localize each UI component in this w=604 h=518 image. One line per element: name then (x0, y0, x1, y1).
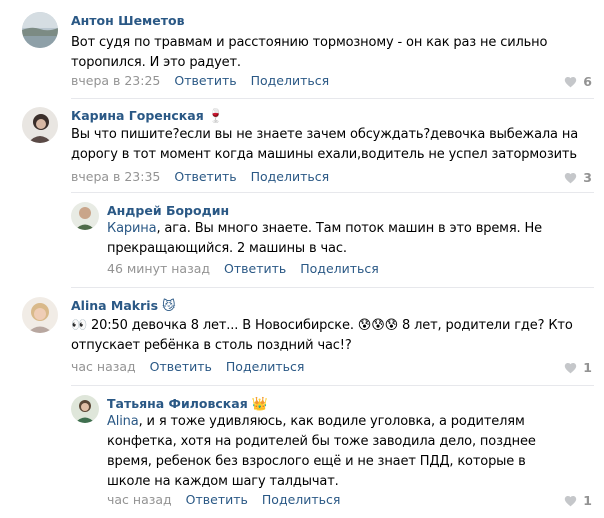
comment-time[interactable]: 46 минут назад (107, 261, 210, 276)
comment-author[interactable]: Андрей Бородин (107, 203, 229, 218)
comment-meta: вчера в 23:35 Ответить Поделиться (71, 169, 329, 184)
comment-author[interactable]: Карина Горенская 🍷 (71, 108, 224, 124)
avatar[interactable] (71, 202, 99, 230)
reply-link[interactable]: Ответить (224, 261, 286, 276)
avatar[interactable] (22, 297, 58, 333)
reply-link[interactable]: Ответить (150, 359, 212, 374)
comment-meta: 46 минут назад Ответить Поделиться (107, 261, 379, 276)
divider (71, 385, 594, 386)
comment-meta: час назад Ответить Поделиться (71, 359, 304, 374)
comment-meta: час назад Ответить Поделиться (107, 492, 340, 507)
avatar[interactable] (22, 107, 58, 143)
share-link[interactable]: Поделиться (251, 73, 330, 88)
divider (71, 192, 594, 193)
like-button[interactable]: 6 (564, 74, 592, 89)
fearful-face-icon: 😰😰😰 (357, 318, 399, 333)
reply-addressee[interactable]: Карина (107, 221, 157, 236)
share-link[interactable]: Поделиться (251, 169, 330, 184)
like-count: 6 (583, 74, 592, 89)
heart-icon (565, 76, 577, 87)
comment-text: Вы что пишите?если вы не знаете зачем об… (71, 127, 579, 162)
comment-author[interactable]: Антон Шеметов (71, 13, 185, 28)
crown-icon: 👑 (251, 397, 268, 412)
wine-glass-icon: 🍷 (207, 109, 224, 124)
heart-icon (565, 362, 577, 373)
divider (71, 98, 594, 99)
like-count: 1 (583, 360, 592, 375)
comment-time[interactable]: час назад (71, 359, 136, 374)
comment-time[interactable]: вчера в 23:25 (71, 73, 160, 88)
like-button[interactable]: 3 (564, 170, 592, 185)
comment-text: Карина, ага. Вы много знаете. Там поток … (107, 221, 542, 256)
share-link[interactable]: Поделиться (262, 492, 341, 507)
like-button[interactable]: 1 (564, 493, 592, 508)
divider (71, 287, 594, 288)
reply-link[interactable]: Ответить (186, 492, 248, 507)
like-button[interactable]: 1 (564, 360, 592, 375)
heart-icon (565, 172, 577, 183)
share-link[interactable]: Поделиться (226, 359, 305, 374)
avatar[interactable] (22, 12, 58, 48)
comment-time[interactable]: час назад (107, 492, 172, 507)
reply-link[interactable]: Ответить (174, 73, 236, 88)
reply-addressee[interactable]: Alina (107, 414, 139, 429)
comment-meta: вчера в 23:25 Ответить Поделиться (71, 73, 329, 88)
comment-text: Alina, и я тоже удивляюсь, как водиле уг… (107, 414, 536, 489)
like-count: 3 (583, 170, 592, 185)
share-link[interactable]: Поделиться (300, 261, 379, 276)
comment-text: Вот судя по травмам и расстоянию тормозн… (71, 35, 548, 70)
comment-author[interactable]: Татьяна Филовская 👑 (107, 396, 268, 412)
avatar[interactable] (71, 395, 99, 423)
like-count: 1 (583, 493, 592, 508)
cat-icon: 😼 (162, 299, 176, 314)
comment-author[interactable]: Alina Makris 😼 (71, 298, 176, 314)
comment-time[interactable]: вчера в 23:35 (71, 169, 160, 184)
reply-link[interactable]: Ответить (174, 169, 236, 184)
heart-icon (565, 495, 577, 506)
comment-text: 👀 20:50 девочка 8 лет... В Новосибирске.… (71, 318, 573, 353)
